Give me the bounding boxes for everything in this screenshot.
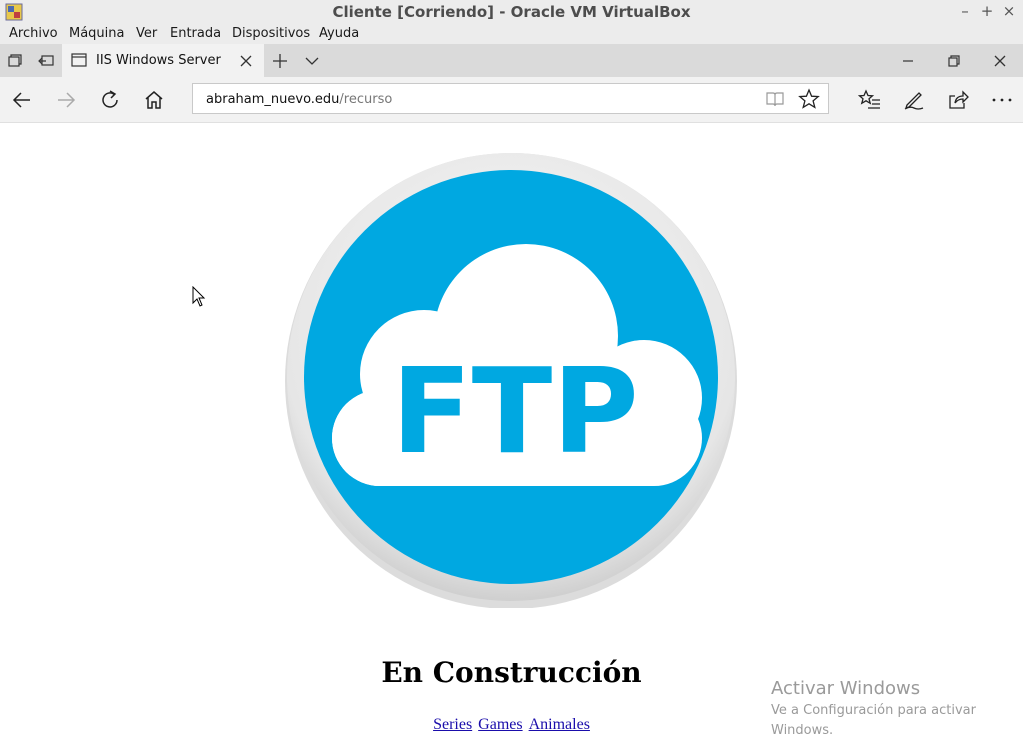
favorite-star-icon[interactable] (798, 88, 820, 110)
address-host: abraham_nuevo.edu (206, 92, 340, 107)
menu-maquina[interactable]: Máquina (69, 26, 125, 41)
watermark-subtitle: Ve a Configuración para activar Windows. (771, 703, 976, 738)
new-tab-icon[interactable] (270, 51, 290, 71)
page-icon (71, 53, 87, 67)
browser-close-icon[interactable] (990, 51, 1010, 71)
menu-ayuda[interactable]: Ayuda (319, 26, 359, 41)
favorites-hub-icon[interactable] (858, 88, 882, 112)
watermark-title: Activar Windows (771, 678, 921, 699)
back-icon[interactable] (10, 88, 34, 112)
ftp-logo: FTP (285, 153, 737, 608)
browser-minimize-icon[interactable] (898, 51, 918, 71)
link-games[interactable]: Games (478, 716, 522, 733)
tab-preview-icon[interactable] (5, 51, 25, 71)
more-icon[interactable] (990, 88, 1014, 112)
home-icon[interactable] (142, 88, 166, 112)
minimize-icon[interactable]: – (957, 3, 973, 19)
set-aside-tabs-icon[interactable] (37, 51, 57, 71)
address-bar[interactable]: abraham_nuevo.edu/recurso (192, 83, 829, 114)
close-tab-icon[interactable] (240, 55, 252, 67)
tab-title: IIS Windows Server (96, 53, 221, 68)
link-series[interactable]: Series (433, 716, 472, 733)
browser-restore-icon[interactable] (944, 51, 964, 71)
close-icon[interactable]: × (1001, 3, 1017, 19)
address-path: /recurso (339, 92, 393, 107)
window-title: Cliente [Corriendo] - Oracle VM VirtualB… (332, 3, 691, 21)
chevron-down-icon[interactable] (302, 51, 322, 71)
mouse-cursor-icon (192, 286, 206, 307)
ftp-logo-text: FTP (391, 342, 639, 480)
share-icon[interactable] (946, 88, 970, 112)
menu-dispositivos[interactable]: Dispositivos (232, 26, 310, 41)
vbox-title-bar: Cliente [Corriendo] - Oracle VM VirtualB… (0, 0, 1023, 25)
refresh-icon[interactable] (98, 88, 122, 112)
pen-icon[interactable] (902, 88, 926, 112)
forward-icon[interactable] (54, 88, 78, 112)
menu-ver[interactable]: Ver (136, 26, 157, 41)
tab-strip: IIS Windows Server (0, 44, 1023, 77)
menu-archivo[interactable]: Archivo (9, 26, 58, 41)
address-text: abraham_nuevo.edu/recurso (206, 92, 392, 107)
vbox-menu-bar: Archivo Máquina Ver Entrada Dispositivos… (0, 24, 1023, 44)
reading-view-icon[interactable] (765, 90, 785, 108)
tab-iis-windows-server[interactable]: IIS Windows Server (62, 44, 264, 77)
menu-entrada[interactable]: Entrada (170, 26, 221, 41)
maximize-icon[interactable]: + (979, 3, 995, 19)
browser-toolbar: abraham_nuevo.edu/recurso (0, 77, 1023, 123)
link-animales[interactable]: Animales (529, 716, 590, 733)
activate-windows-watermark: Activar Windows Ve a Configuración para … (771, 678, 996, 741)
